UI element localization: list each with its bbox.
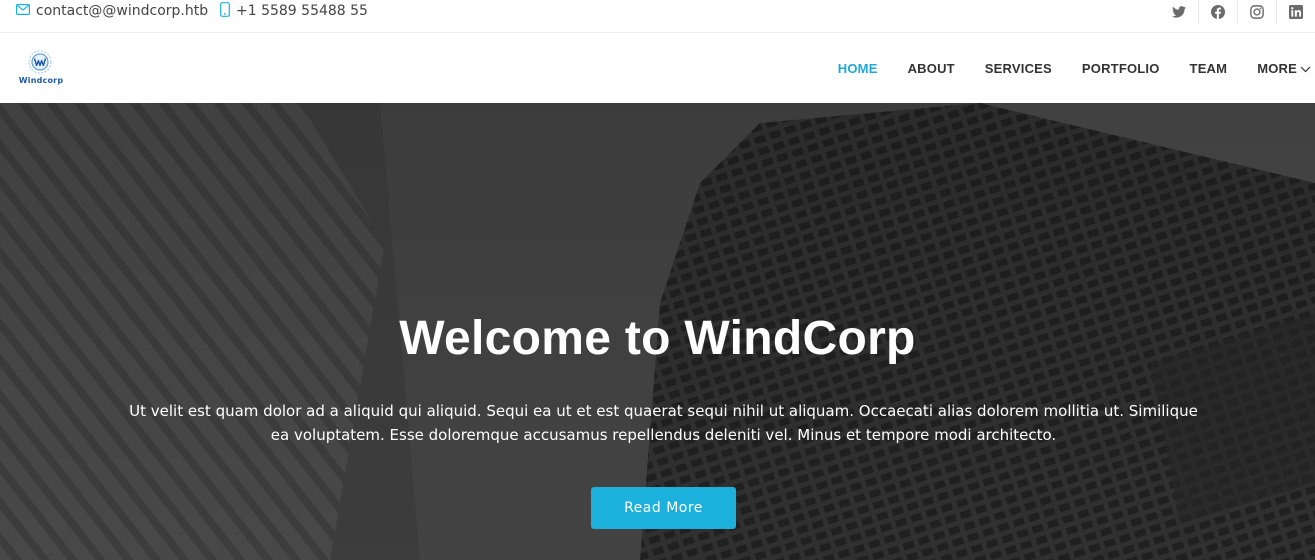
site-header: Windcorp HOME ABOUT SERVICES PORTFOLIO T… [0, 33, 1315, 103]
twitter-icon[interactable] [1159, 0, 1198, 24]
nav-team[interactable]: TEAM [1190, 61, 1228, 76]
logo-mark-icon [28, 50, 52, 74]
email-text: contact@@windcorp.htb [36, 3, 209, 19]
read-more-button[interactable]: Read More [591, 487, 736, 529]
phone-icon [220, 1, 230, 21]
hero-title: Welcome to WindCorp [399, 312, 916, 365]
logo-text: Windcorp [18, 76, 64, 85]
contact-phone[interactable]: +1 5589 55488 55 [220, 0, 368, 22]
main-nav: HOME ABOUT SERVICES PORTFOLIO TEAM MORE [808, 33, 1315, 103]
nav-portfolio[interactable]: PORTFOLIO [1082, 61, 1160, 76]
hero-section: Welcome to WindCorp Ut velit est quam do… [0, 103, 1315, 560]
instagram-icon[interactable] [1237, 0, 1276, 24]
linkedin-icon[interactable] [1276, 0, 1315, 24]
nav-home[interactable]: HOME [838, 61, 878, 76]
envelope-icon [16, 3, 31, 19]
nav-services[interactable]: SERVICES [985, 61, 1052, 76]
phone-text: +1 5589 55488 55 [236, 3, 368, 19]
nav-about[interactable]: ABOUT [908, 61, 955, 76]
brand-logo[interactable]: Windcorp [18, 50, 64, 88]
contact-email[interactable]: contact@@windcorp.htb [16, 0, 208, 22]
nav-more-label: MORE [1257, 60, 1297, 76]
chevron-down-icon [1300, 61, 1311, 76]
nav-more[interactable]: MORE [1257, 61, 1315, 76]
top-bar: contact@@windcorp.htb +1 5589 55488 55 [0, 0, 1315, 33]
facebook-icon[interactable] [1198, 0, 1237, 24]
hero-description: Ut velit est quam dolor ad a aliquid qui… [129, 402, 1198, 444]
social-links [1159, 0, 1315, 24]
